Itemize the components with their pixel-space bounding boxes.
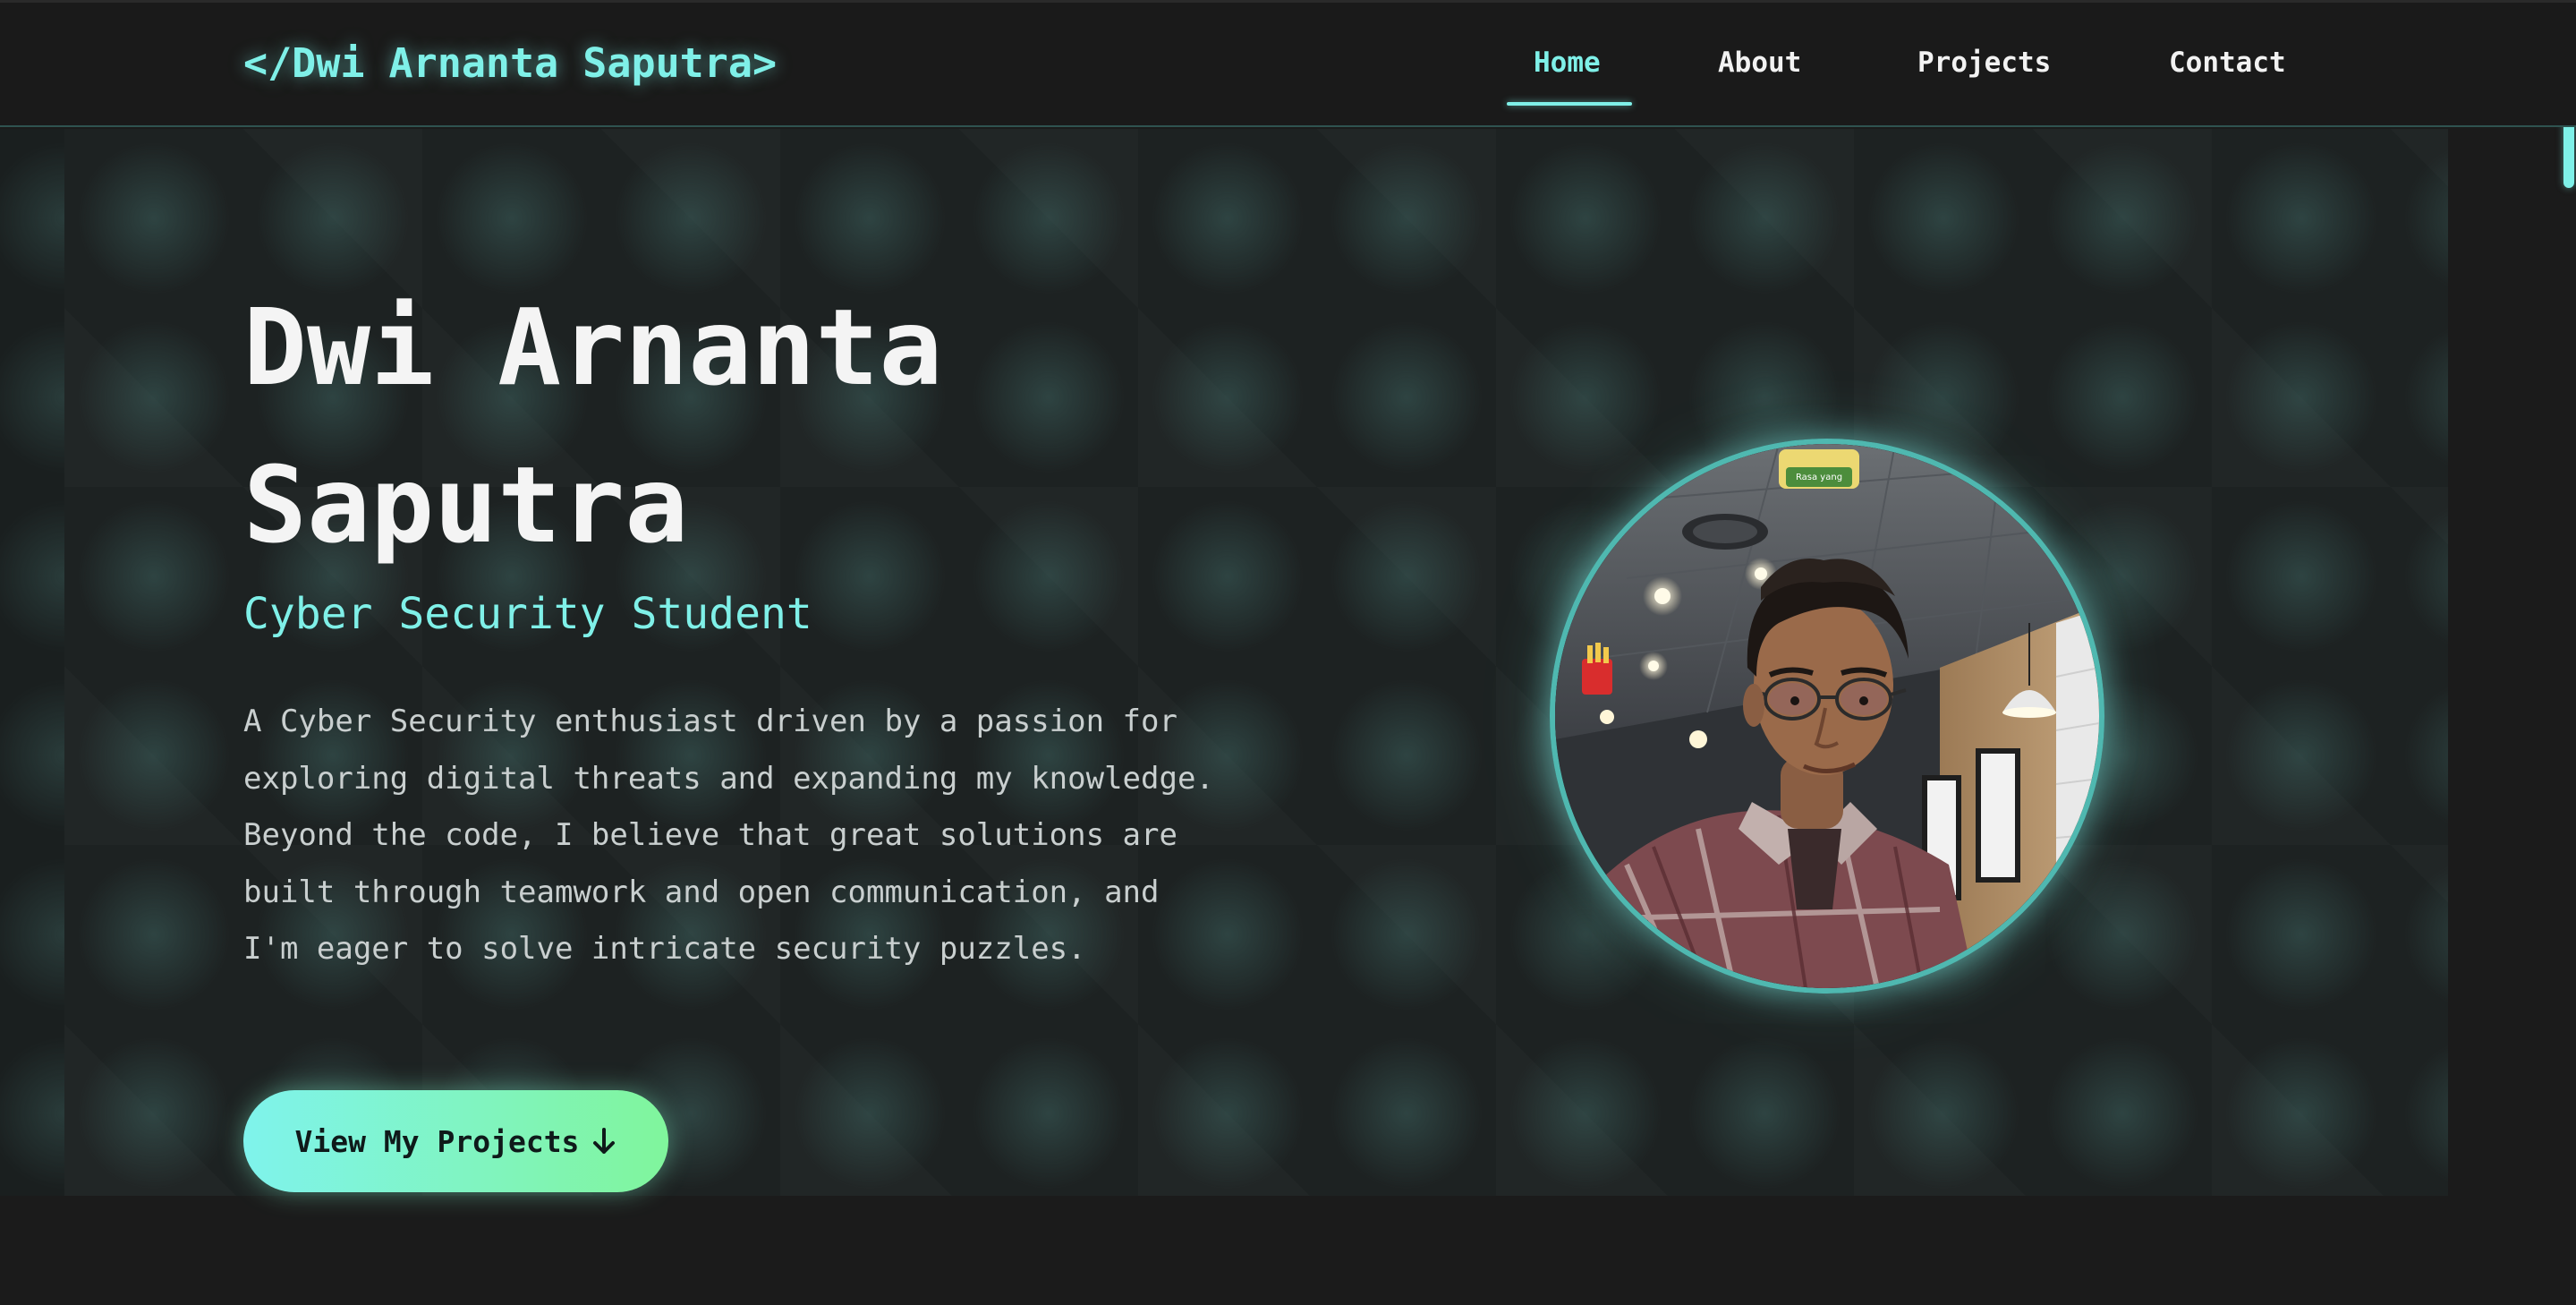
nav-active-underline: [1507, 102, 1632, 106]
header-top-line: [0, 0, 2576, 3]
nav-about[interactable]: About: [1718, 47, 1801, 79]
hero-subtitle: Cyber Security Student: [243, 589, 812, 639]
view-projects-button[interactable]: View My Projects: [243, 1090, 668, 1192]
nav-home[interactable]: Home: [1534, 47, 1601, 79]
sign-text: Rasa yang: [1796, 473, 1842, 482]
hero-background-left: [0, 129, 64, 1196]
site-header: </Dwi Arnanta Saputra> Home About Projec…: [0, 0, 2576, 127]
profile-photo: Rasa yang: [1550, 439, 2104, 994]
page-scrollbar[interactable]: [2562, 0, 2576, 1305]
hero-description: A Cyber Security enthusiast driven by a …: [243, 704, 1214, 967]
hero-name: Dwi Arnanta Saputra: [243, 286, 943, 567]
arrow-down-icon: [591, 1127, 616, 1156]
site-logo[interactable]: </Dwi Arnanta Saputra>: [243, 39, 777, 87]
view-projects-label: View My Projects: [294, 1123, 580, 1159]
nav-contact[interactable]: Contact: [2169, 47, 2286, 79]
portfolio-page: </Dwi Arnanta Saputra> Home About Projec…: [0, 0, 2576, 1305]
nav-projects[interactable]: Projects: [1917, 47, 2051, 79]
